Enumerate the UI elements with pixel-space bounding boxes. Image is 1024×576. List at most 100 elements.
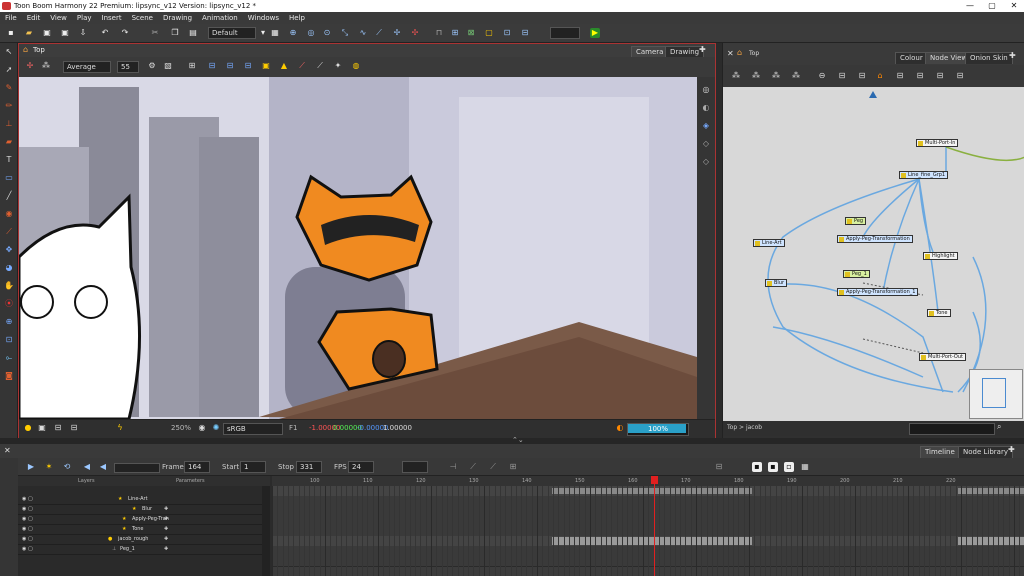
fps-field[interactable]: 24 (348, 461, 374, 473)
align-icon[interactable]: ⊟ (520, 28, 530, 38)
node-search-input[interactable] (909, 423, 995, 435)
menu-windows[interactable]: Windows (243, 12, 284, 22)
crop-icon[interactable]: ⊡ (502, 28, 512, 38)
panel-add-icon[interactable]: ✚ (699, 45, 706, 54)
node-path[interactable]: Top > jacob (727, 424, 762, 431)
hand-tool-icon[interactable]: ✋ (4, 281, 14, 291)
node-tool-6-icon[interactable]: ⊟ (837, 71, 847, 81)
open-icon[interactable]: ▰ (24, 28, 34, 38)
keyframe-tool-2-icon[interactable]: ⟋ (468, 462, 478, 472)
menu-edit[interactable]: Edit (22, 12, 46, 22)
chevron-down-icon[interactable]: ▾ (258, 28, 268, 38)
tab-onion-skin[interactable]: Onion Skin (965, 52, 1013, 64)
playhead-handle[interactable] (651, 476, 658, 484)
copy-icon[interactable]: ❐ (170, 28, 180, 38)
stroke-icon[interactable]: ✦ (333, 61, 343, 71)
node-tool-10-icon[interactable]: ⊟ (935, 71, 945, 81)
frame-ruler[interactable]: 100 110 120 130 140 150 160 170 180 190 200 210 220 (272, 476, 1024, 486)
node-apply-peg-transformation[interactable]: Apply-Peg-Transformation (837, 235, 913, 243)
lock-icon[interactable]: ▣ (261, 61, 271, 71)
cutter-tool-icon[interactable]: ⟜ (4, 353, 14, 363)
cut-icon[interactable]: ✂ (150, 28, 160, 38)
menu-view[interactable]: View (45, 12, 72, 22)
toolbar-preset-dropdown[interactable] (550, 27, 580, 39)
node-tool-8-icon[interactable]: ⊟ (895, 71, 905, 81)
menu-insert[interactable]: Insert (97, 12, 127, 22)
node-tool-2-icon[interactable]: ⁂ (751, 71, 761, 81)
preview-icon[interactable]: ⊟ (69, 423, 79, 433)
menu-scene[interactable]: Scene (127, 12, 158, 22)
rig-icon[interactable]: ✢ (392, 28, 402, 38)
eraser-tool-icon[interactable]: ▰ (4, 137, 14, 147)
node-multi-port-in[interactable]: Multi-Port-In (916, 139, 959, 147)
node-apply-peg-transformation-1[interactable]: Apply-Peg-Transformation_1 (837, 288, 919, 296)
search-icon[interactable]: ⌕ (997, 422, 1001, 432)
render-icon[interactable]: ▶ (590, 28, 600, 38)
timeline-add-icon[interactable]: ✚ (1008, 445, 1015, 454)
tab-timeline[interactable]: Timeline (920, 446, 960, 458)
playhead-line[interactable] (654, 476, 655, 576)
sound-scrub-icon[interactable]: ✶ (44, 462, 54, 472)
menu-animation[interactable]: Animation (197, 12, 243, 22)
speaker-icon[interactable]: ◀ (82, 462, 92, 472)
close-button[interactable]: ✕ (1007, 1, 1021, 10)
color-space-dropdown[interactable]: sRGB (223, 423, 283, 435)
line-tool-icon[interactable]: ╱ (4, 191, 14, 201)
keyframe-tool-1-icon[interactable]: ⊣ (448, 462, 458, 472)
flash-icon[interactable]: ϟ (115, 423, 125, 433)
eyedropper-icon[interactable]: ⁂ (41, 61, 51, 71)
node-graph-canvas[interactable]: Multi-Port-In Line_fine_Grp1 Line-Art Pe… (723, 87, 1024, 421)
overlay-icon[interactable]: ⊟ (243, 61, 253, 71)
pen-icon[interactable]: ⟋ (315, 61, 325, 71)
layer-scrollbar[interactable] (262, 486, 270, 576)
workspace-dropdown[interactable]: Default (208, 27, 256, 39)
reset-view-icon[interactable]: ◉ (197, 423, 207, 433)
node-breadcrumb[interactable]: Top (749, 50, 759, 57)
brush-icon[interactable]: ⟋ (297, 61, 307, 71)
select-tool-icon[interactable]: ↖ (4, 47, 14, 57)
menu-play[interactable]: Play (72, 12, 97, 22)
node-tool-1-icon[interactable]: ⁂ (731, 71, 741, 81)
redo-icon[interactable]: ↷ (120, 28, 130, 38)
node-line-fine-grp[interactable]: Line_fine_Grp1 (899, 171, 949, 179)
panel-close-icon[interactable]: ✕ (727, 49, 734, 58)
frame-field[interactable]: 164 (184, 461, 210, 473)
frame-row[interactable] (272, 556, 1024, 567)
node-home-icon[interactable]: ⌂ (737, 48, 742, 57)
home-icon[interactable]: ⌂ (23, 45, 28, 54)
node-highlight[interactable]: Highlight (923, 252, 958, 260)
layer-row[interactable]: ◉ ▢ ⊥ Peg_1 ✚ (18, 544, 262, 555)
color-wheel-icon[interactable]: ✺ (211, 423, 221, 433)
grid-toggle-icon[interactable]: ⊞ (187, 61, 197, 71)
timeline-close-icon[interactable]: ✕ (4, 446, 11, 455)
timeline-zoom-icon[interactable]: ⊟ (714, 462, 724, 472)
minimize-button[interactable]: — (963, 1, 977, 10)
center-icon[interactable]: ⊙ (322, 28, 332, 38)
bulb-icon[interactable]: ● (23, 423, 33, 433)
light-icon[interactable]: ◍ (351, 61, 361, 71)
bone-tool-icon[interactable]: ⦿ (4, 299, 14, 309)
node-blur[interactable]: Blur (765, 279, 788, 287)
node-panel-add-icon[interactable]: ✚ (1009, 51, 1016, 60)
node-tool-4-icon[interactable]: ⁂ (791, 71, 801, 81)
shape-icon[interactable]: ▲ (279, 61, 289, 71)
drawing-guide-icon[interactable]: ⊞ (450, 28, 460, 38)
menu-file[interactable]: File (0, 12, 22, 22)
pencil-tool-icon[interactable]: ✏ (4, 101, 14, 111)
workspace-manager-icon[interactable]: ▦ (270, 28, 280, 38)
brush-mode-dropdown[interactable]: Average (63, 61, 111, 73)
field-guide-icon[interactable]: ⊟ (53, 423, 63, 433)
brush-options-icon[interactable]: ▧ (163, 61, 173, 71)
node-tool-9-icon[interactable]: ⊟ (915, 71, 925, 81)
safe-area-icon[interactable]: ▢ (484, 28, 494, 38)
onion-skin-icon[interactable]: ▪ (752, 462, 762, 472)
rotate-view-icon[interactable]: ◎ (701, 85, 711, 95)
tab-colour[interactable]: Colour (895, 52, 928, 64)
snap-icon[interactable]: ⊟ (207, 61, 217, 71)
timeline-frames[interactable]: 100 110 120 130 140 150 160 170 180 190 200 210 220 (272, 476, 1024, 576)
maximize-button[interactable]: ▢ (985, 1, 999, 10)
timeline-settings-icon[interactable]: ▦ (800, 462, 810, 472)
import-icon[interactable]: ⇩ (78, 28, 88, 38)
brush-size-field[interactable]: 55 (117, 61, 139, 73)
align-pixels-icon[interactable]: ⊟ (225, 61, 235, 71)
